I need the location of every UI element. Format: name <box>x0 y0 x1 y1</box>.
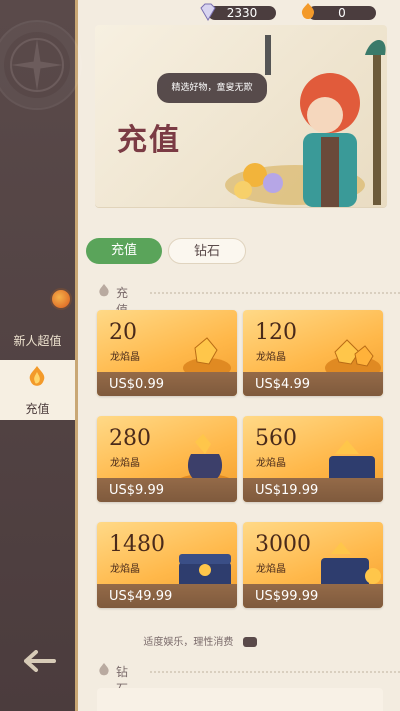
flame-icon <box>99 663 109 676</box>
fire-crystal-icon <box>301 3 315 19</box>
hero-character-illustration <box>225 35 386 207</box>
compass-emblem <box>0 20 82 110</box>
product-amount: 560 <box>255 426 297 451</box>
product-price: US$9.99 <box>109 483 164 498</box>
section-divider <box>150 671 400 673</box>
product-unit: 龙焰晶 <box>256 458 286 469</box>
product-card[interactable]: 120 龙焰晶 US$4.99 <box>243 310 383 396</box>
product-unit: 龙焰晶 <box>256 352 286 363</box>
sidebar-item-newbie[interactable]: 新人超值 <box>0 288 75 355</box>
product-price: US$0.99 <box>109 377 164 392</box>
sidebar-item-label: 新人超值 <box>13 334 62 348</box>
diamond-icon <box>200 3 216 21</box>
product-amount: 280 <box>109 426 151 451</box>
fire-crystal-counter: 0 <box>298 3 378 22</box>
tab-diamond[interactable]: 钻石 <box>168 238 246 264</box>
tab-recharge[interactable]: 充值 <box>86 238 162 264</box>
product-unit: 龙焰晶 <box>256 564 286 575</box>
flame-icon <box>99 284 109 297</box>
product-amount: 3000 <box>255 532 311 557</box>
fire-crystal-count: 0 <box>308 6 376 20</box>
product-card[interactable]: 20 龙焰晶 US$0.99 <box>97 310 237 396</box>
diamond-counter: 2330 <box>198 3 278 22</box>
sidebar-item-label: 充值 <box>25 402 50 416</box>
back-arrow-icon[interactable] <box>24 650 56 672</box>
product-unit: 龙焰晶 <box>110 352 140 363</box>
chat-icon[interactable] <box>242 637 257 647</box>
product-amount: 20 <box>109 320 137 345</box>
section-divider <box>150 292 400 294</box>
banner-title: 充值 <box>117 123 181 158</box>
product-amount: 1480 <box>109 532 165 557</box>
product-price: US$19.99 <box>255 483 319 498</box>
product-unit: 龙焰晶 <box>110 458 140 469</box>
product-card[interactable]: 280 龙焰晶 US$9.99 <box>97 416 237 502</box>
fire-crystal-icon <box>29 366 45 386</box>
shop-banner: 充值 精选好物，童叟无欺 <box>95 25 387 207</box>
product-unit: 龙焰晶 <box>110 564 140 575</box>
sidebar-item-recharge[interactable]: 充值 <box>0 360 75 420</box>
product-price: US$4.99 <box>255 377 310 392</box>
newbie-badge-icon <box>50 288 72 310</box>
left-sidebar: 新人超值 充值 <box>0 0 82 711</box>
moderation-note-text: 适度娱乐，理性消费 <box>143 637 234 648</box>
product-amount: 120 <box>255 320 297 345</box>
product-price: US$99.99 <box>255 589 319 604</box>
diamond-section-panel <box>97 688 383 711</box>
product-card[interactable]: 560 龙焰晶 US$19.99 <box>243 416 383 502</box>
product-card[interactable]: 1480 龙焰晶 US$49.99 <box>97 522 237 608</box>
moderation-note: 适度娱乐，理性消费 <box>0 633 400 648</box>
diamond-count: 2330 <box>208 6 276 20</box>
product-card[interactable]: 3000 龙焰晶 US$99.99 <box>243 522 383 608</box>
product-price: US$49.99 <box>109 589 173 604</box>
